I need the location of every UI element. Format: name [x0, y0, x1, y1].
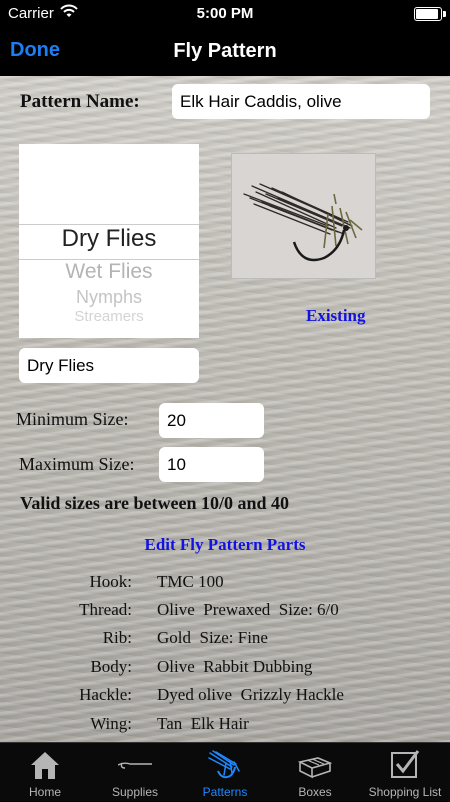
- tab-label: Patterns: [202, 785, 248, 799]
- tab-patterns[interactable]: Patterns: [180, 743, 270, 802]
- minimum-size-field[interactable]: 20: [159, 403, 264, 438]
- box-icon: [297, 749, 333, 781]
- navigation-bar: Done Fly Pattern: [0, 28, 450, 76]
- picker-option-nymphs[interactable]: Nymphs: [19, 287, 199, 308]
- minimum-size-label: Minimum Size:: [16, 409, 129, 429]
- tab-bar: Home Supplies Patterns Boxes Shopping Li…: [0, 742, 450, 801]
- part-label: Wing:: [90, 714, 132, 733]
- maximum-size-field[interactable]: 10: [159, 447, 264, 482]
- part-row-rib: Rib: Gold Size: Fine: [0, 628, 450, 656]
- part-row-hackle: Hackle: Dyed olive Grizzly Hackle: [0, 685, 450, 713]
- part-label: Rib:: [102, 628, 132, 647]
- battery-icon: [414, 7, 446, 21]
- existing-link[interactable]: Existing: [306, 306, 366, 326]
- picker-option-streamers[interactable]: Streamers: [19, 308, 199, 325]
- picker-option-wet-flies[interactable]: Wet Flies: [19, 260, 199, 284]
- part-row-thread: Thread: Olive Prewaxed Size: 6/0: [0, 600, 450, 628]
- part-value: TMC 100: [157, 572, 224, 591]
- tab-label: Boxes: [298, 785, 332, 799]
- edit-fly-pattern-parts-link[interactable]: Edit Fly Pattern Parts: [0, 535, 450, 555]
- part-row-hook: Hook: TMC 100: [0, 572, 450, 600]
- hook-icon: [117, 749, 152, 781]
- fly-photo[interactable]: [231, 153, 376, 279]
- pattern-name-field[interactable]: Elk Hair Caddis, olive: [172, 84, 430, 119]
- tab-label: Shopping List: [368, 785, 442, 799]
- part-label: Hackle:: [79, 685, 132, 704]
- part-value: Tan Elk Hair: [157, 714, 249, 733]
- picker-option-dry-flies[interactable]: Dry Flies: [19, 225, 199, 253]
- tab-shopping-list[interactable]: Shopping List: [360, 743, 450, 802]
- valid-sizes-note: Valid sizes are between 10/0 and 40: [20, 493, 290, 513]
- part-value: Gold Size: Fine: [157, 628, 268, 647]
- checkbox-icon: [388, 749, 422, 781]
- part-value: Olive Prewaxed Size: 6/0: [157, 600, 339, 619]
- part-row-wing: Wing: Tan Elk Hair: [0, 714, 450, 742]
- page-title: Fly Pattern: [173, 40, 277, 62]
- part-label: Thread:: [79, 600, 132, 619]
- pattern-form: Pattern Name: Elk Hair Caddis, olive Dry…: [0, 76, 450, 742]
- category-picker[interactable]: Dry Flies Wet Flies Nymphs Streamers: [19, 144, 199, 338]
- tab-label: Home: [28, 785, 61, 799]
- fly-icon: [208, 749, 242, 781]
- category-field[interactable]: Dry Flies: [19, 348, 199, 383]
- home-icon: [28, 749, 62, 781]
- tab-boxes[interactable]: Boxes: [270, 743, 360, 802]
- maximum-size-label: Maximum Size:: [19, 454, 135, 474]
- pattern-name-label: Pattern Name:: [20, 91, 140, 112]
- tab-supplies[interactable]: Supplies: [90, 743, 180, 802]
- status-time: 5:00 PM: [196, 5, 254, 22]
- status-bar: Carrier 5:00 PM: [0, 0, 450, 28]
- part-label: Hook:: [89, 572, 133, 591]
- tab-label: Supplies: [111, 785, 159, 799]
- tab-home[interactable]: Home: [0, 743, 90, 802]
- part-value: Olive Rabbit Dubbing: [157, 657, 313, 676]
- part-value: Dyed olive Grizzly Hackle: [157, 685, 344, 704]
- part-row-body: Body: Olive Rabbit Dubbing: [0, 657, 450, 685]
- part-label: Body:: [90, 657, 132, 676]
